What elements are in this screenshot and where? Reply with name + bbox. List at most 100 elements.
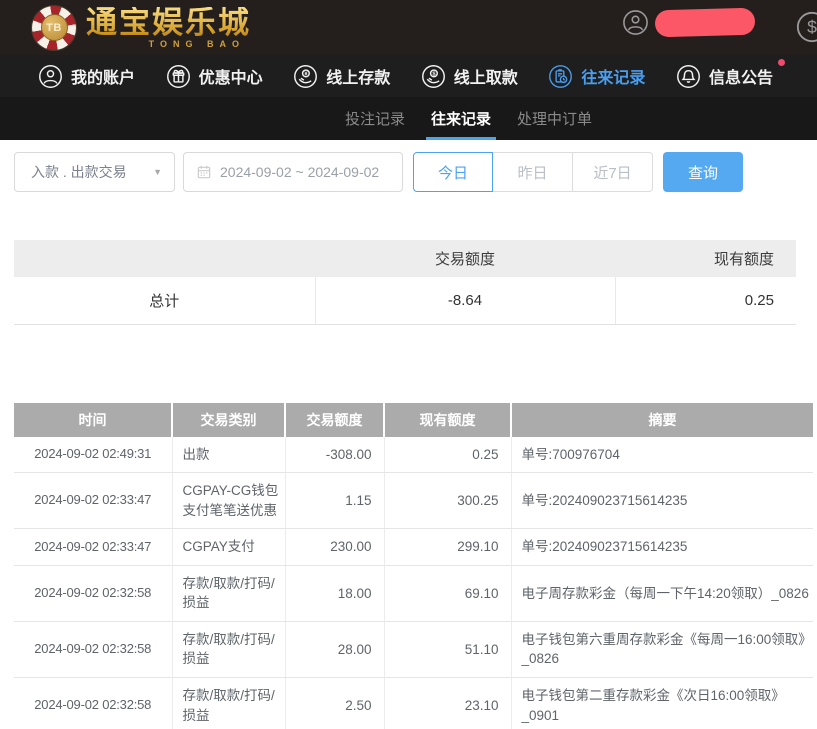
nav-item-transaction-records[interactable]: 往来记录 (548, 64, 645, 89)
secondary-tabs: 投注记录 往来记录 处理中订单 (0, 97, 817, 140)
summary-header-amount: 交易额度 (315, 240, 615, 277)
tab-betting-records[interactable]: 投注记录 (345, 97, 405, 140)
records-table: 时间 交易类别 交易额度 现有额度 摘要 2024-09-02 02:49:31… (14, 403, 813, 729)
col-header-time: 时间 (14, 403, 172, 437)
date-range-value: 2024-09-02 ~ 2024-09-02 (220, 164, 379, 180)
tab-transaction-records[interactable]: 往来记录 (431, 97, 491, 140)
cell-summary: 单号:700976704 (511, 437, 813, 473)
nav-item-withdraw[interactable]: $ 线上取款 (421, 64, 518, 89)
cell-time: 2024-09-02 02:33:47 (14, 473, 172, 529)
table-row: 2024-09-02 02:49:31 出款 -308.00 0.25 单号:7… (14, 437, 813, 473)
page: TB 通宝娱乐城 TONG BAO $ 我的账户 (0, 0, 817, 729)
summary-header-balance: 现有额度 (615, 240, 796, 277)
quick-range-7days[interactable]: 近7日 (573, 152, 653, 192)
table-row: 2024-09-02 02:33:47 CGPAY支付 230.00 299.1… (14, 529, 813, 566)
cell-time: 2024-09-02 02:32:58 (14, 621, 172, 677)
brand-logo[interactable]: TB 通宝娱乐城 TONG BAO (32, 6, 251, 50)
cell-summary: 单号:202409023715614235 (511, 473, 813, 529)
search-button[interactable]: 查询 (663, 152, 743, 192)
nav-label: 优惠中心 (199, 64, 263, 88)
cell-amount: 28.00 (285, 621, 384, 677)
cell-time: 2024-09-02 02:32:58 (14, 565, 172, 621)
summary-total-balance: 0.25 (615, 277, 796, 324)
cell-type: 存款/取款/打码/损益 (172, 678, 285, 729)
date-range-input[interactable]: 2024-09-02 ~ 2024-09-02 (183, 152, 403, 192)
nav-label: 线上存款 (326, 64, 390, 88)
svg-text:$: $ (807, 17, 817, 37)
transaction-type-select[interactable]: 入款 . 出款交易 ▼ (14, 152, 175, 192)
cell-type: CGPAY支付 (172, 529, 285, 566)
cell-balance: 299.10 (384, 529, 511, 566)
nav-label: 往来记录 (581, 64, 645, 88)
nav-item-deposit[interactable]: ¥ 线上存款 (293, 64, 390, 89)
cell-summary: 单号:202409023715614235 (511, 529, 813, 566)
cell-amount: 18.00 (285, 565, 384, 621)
col-header-amount: 交易额度 (285, 403, 384, 437)
quick-range-yesterday[interactable]: 昨日 (493, 152, 573, 192)
cell-type: 存款/取款/打码/损益 (172, 565, 285, 621)
records-clipboard-icon (548, 64, 573, 89)
col-header-summary: 摘要 (511, 403, 813, 437)
cell-balance: 23.10 (384, 678, 511, 729)
col-header-balance: 现有额度 (384, 403, 511, 437)
cell-summary: 电子周存款彩金（每周一下午14:20领取）_0826 (511, 565, 813, 621)
summary-header-row: 交易额度 现有额度 (14, 240, 796, 277)
summary-total-row: 总计 -8.64 0.25 (14, 277, 796, 324)
main-navigation: 我的账户 优惠中心 ¥ 线上存款 $ 线上取款 (0, 55, 817, 97)
calendar-icon (196, 164, 212, 180)
top-bar: TB 通宝娱乐城 TONG BAO $ (0, 0, 817, 55)
nav-item-promotions[interactable]: 优惠中心 (166, 64, 263, 89)
nav-item-announcements[interactable]: 信息公告 (676, 64, 773, 89)
table-row: 2024-09-02 02:32:58 存款/取款/打码/损益 18.00 69… (14, 565, 813, 621)
withdraw-hand-coin-icon: $ (421, 64, 446, 89)
cell-type: 存款/取款/打码/损益 (172, 621, 285, 677)
table-row: 2024-09-02 02:33:47 CGPAY-CG钱包支付笔笔送优惠 1.… (14, 473, 813, 529)
cell-type: 出款 (172, 437, 285, 473)
summary-total-label: 总计 (14, 277, 315, 324)
cell-amount: -308.00 (285, 437, 384, 473)
transaction-type-value: 入款 . 出款交易 (31, 162, 127, 182)
records-header-row: 时间 交易类别 交易额度 现有额度 摘要 (14, 403, 813, 437)
tab-pending-orders[interactable]: 处理中订单 (517, 97, 592, 140)
gift-icon (166, 64, 191, 89)
quick-range-group: 今日 昨日 近7日 (413, 152, 653, 192)
cell-summary: 电子钱包第六重周存款彩金《每周一16:00领取》_0826 (511, 621, 813, 677)
redacted-username (655, 8, 756, 38)
nav-label: 信息公告 (709, 64, 773, 88)
cell-amount: 230.00 (285, 529, 384, 566)
cell-time: 2024-09-02 02:32:58 (14, 678, 172, 729)
cell-type: CGPAY-CG钱包支付笔笔送优惠 (172, 473, 285, 529)
cell-time: 2024-09-02 02:33:47 (14, 529, 172, 566)
user-icon (622, 9, 649, 36)
quick-range-today[interactable]: 今日 (413, 152, 493, 192)
account-icon (38, 64, 63, 89)
cell-time: 2024-09-02 02:49:31 (14, 437, 172, 473)
user-account-chip[interactable] (622, 9, 755, 36)
table-row: 2024-09-02 02:32:58 存款/取款/打码/损益 2.50 23.… (14, 678, 813, 729)
nav-label: 线上取款 (454, 64, 518, 88)
chip-monogram: TB (41, 14, 68, 41)
cell-balance: 0.25 (384, 437, 511, 473)
deposit-hand-coin-icon: ¥ (293, 64, 318, 89)
brand-latin-name: TONG BAO (149, 40, 245, 49)
cell-amount: 1.15 (285, 473, 384, 529)
cell-balance: 300.25 (384, 473, 511, 529)
casino-chip-icon: TB (32, 6, 76, 50)
filter-bar: 入款 . 出款交易 ▼ 2024-09-02 ~ 2024-09-02 今日 昨… (14, 146, 817, 198)
summary-table: 交易额度 现有额度 总计 -8.64 0.25 (14, 240, 796, 325)
bell-icon (676, 64, 701, 89)
cell-summary: 电子钱包第二重存款彩金《次日16:00领取》_0901 (511, 678, 813, 729)
summary-header-empty (14, 240, 315, 277)
cell-balance: 69.10 (384, 565, 511, 621)
summary-total-amount: -8.64 (315, 277, 615, 324)
cell-amount: 2.50 (285, 678, 384, 729)
notification-dot (778, 59, 785, 66)
cell-balance: 51.10 (384, 621, 511, 677)
col-header-type: 交易类别 (172, 403, 285, 437)
nav-item-my-account[interactable]: 我的账户 (38, 64, 135, 89)
chevron-down-icon: ▼ (153, 167, 162, 177)
nav-label: 我的账户 (71, 64, 135, 88)
table-row: 2024-09-02 02:32:58 存款/取款/打码/损益 28.00 51… (14, 621, 813, 677)
brand-name: 通宝娱乐城 (86, 7, 251, 38)
wallet-coin-icon[interactable]: $ (795, 10, 817, 44)
